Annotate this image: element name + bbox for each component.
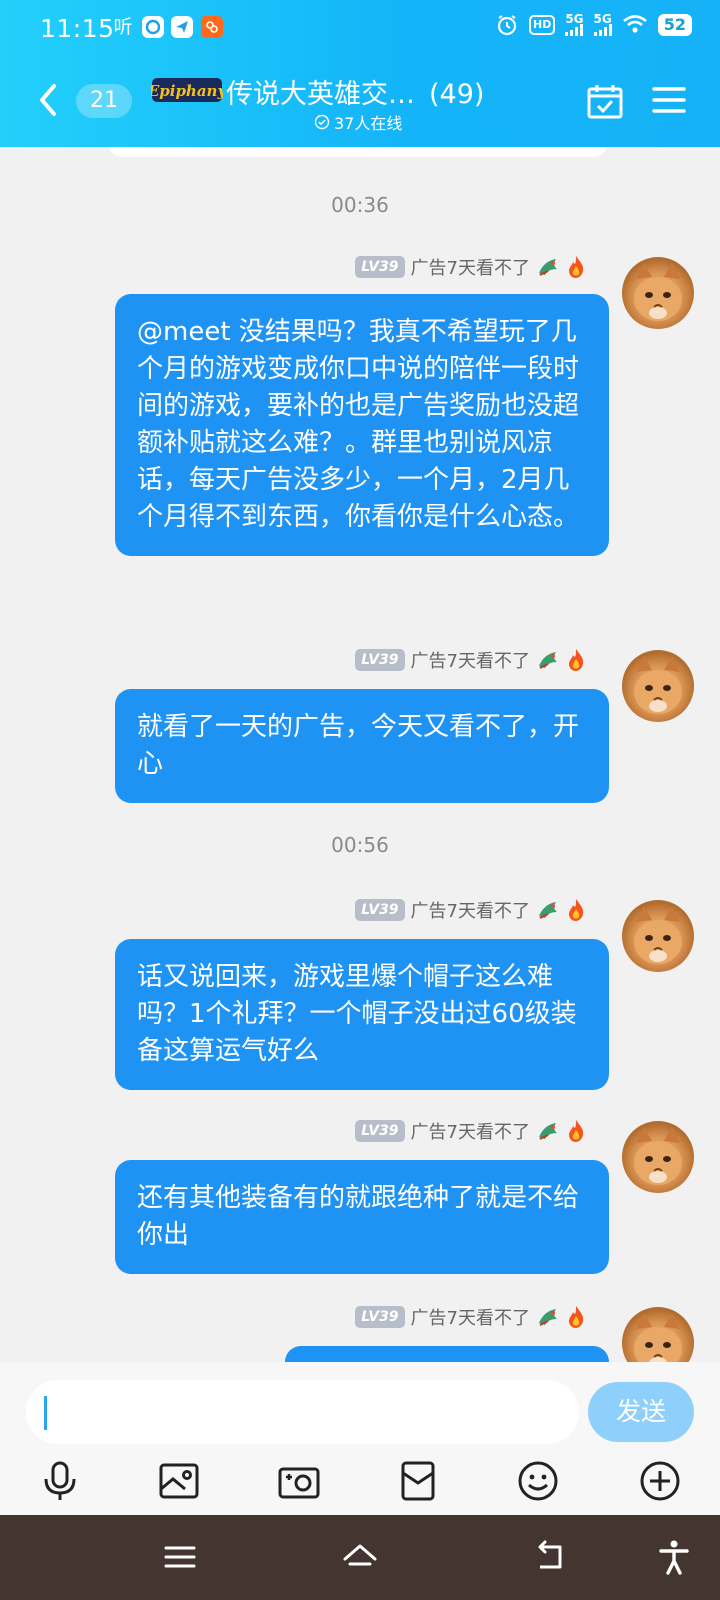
plus-icon[interactable] [638, 1459, 682, 1503]
battery-indicator: 52 [657, 14, 692, 36]
chat-nav-bar: 21 Epiphany 传说大英雄交… (49) 37人在线 [0, 58, 720, 147]
alarm-icon [497, 15, 517, 36]
message-input[interactable] [26, 1380, 579, 1444]
hd-badge: HD [528, 15, 556, 35]
camera-icon[interactable] [277, 1459, 321, 1503]
timestamp: 00:56 [331, 833, 389, 857]
avatar[interactable] [622, 900, 694, 972]
taobao-app-icon [201, 16, 223, 38]
fire-icon [569, 256, 584, 278]
fire-icon [569, 899, 584, 921]
online-status: 37人在线 [314, 110, 402, 134]
sender-meta: LV39 广告7天看不了 [355, 647, 586, 673]
accessibility-icon[interactable] [656, 1539, 692, 1575]
message-bubble[interactable]: 话又说回来，游戏里爆个帽子这么难吗？1个礼拜？一个帽子没出过60级装备这算运气好… [115, 939, 609, 1090]
browser-app-icon [142, 16, 164, 38]
svg-text:Epiphany: Epiphany [151, 82, 223, 100]
emoji-icon[interactable] [516, 1459, 560, 1503]
calendar-checkin-button[interactable] [586, 82, 624, 120]
dragon-medal-icon [539, 652, 557, 669]
input-bar: 发送 [0, 1362, 720, 1515]
message-bubble-partial[interactable] [285, 1346, 609, 1362]
timestamp: 00:36 [331, 193, 389, 217]
sender-meta: LV39 广告7天看不了 [355, 1118, 586, 1144]
level-badge: LV39 [355, 649, 405, 671]
send-button[interactable]: 发送 [588, 1382, 694, 1442]
red-packet-icon[interactable] [396, 1459, 440, 1503]
message-bubble[interactable]: 还有其他装备有的就跟绝种了就是不给你出 [115, 1160, 609, 1274]
signal-1-icon: 5G [565, 13, 584, 36]
sender-nickname[interactable]: 广告7天看不了 [411, 897, 530, 923]
dragon-medal-icon [539, 902, 557, 919]
dragon-medal-icon [539, 1123, 557, 1140]
sender-meta: LV39 广告7天看不了 [355, 1304, 586, 1330]
system-navigation-bar [0, 1515, 720, 1600]
previous-message-bubble [108, 147, 608, 157]
status-time: 11:15 [40, 14, 115, 43]
signal-2-icon: 5G [593, 13, 612, 36]
back-nav-icon[interactable] [532, 1539, 568, 1575]
sender-nickname[interactable]: 广告7天看不了 [411, 1118, 530, 1144]
fire-icon [569, 649, 584, 671]
image-icon[interactable] [157, 1459, 201, 1503]
member-count: (49) [429, 79, 485, 110]
avatar[interactable] [622, 1307, 694, 1362]
message-bubble[interactable]: @meet 没结果吗？我真不希望玩了几个月的游戏变成你口中说的陪伴一段时间的游戏… [115, 294, 609, 556]
text-caret [44, 1396, 47, 1430]
avatar[interactable] [622, 257, 694, 329]
sender-nickname[interactable]: 广告7天看不了 [411, 1304, 530, 1330]
dragon-medal-icon [539, 1309, 557, 1326]
unread-count-badge[interactable]: 21 [76, 84, 132, 118]
status-bar: 11:15 听 HD 5G 5G 52 [0, 0, 720, 58]
wifi-icon [622, 15, 647, 33]
home-icon[interactable] [342, 1539, 378, 1575]
header: 11:15 听 HD 5G 5G 52 21 Epiphany 传说大英雄交… … [0, 0, 720, 147]
avatar[interactable] [622, 1121, 694, 1193]
fire-icon [569, 1306, 584, 1328]
menu-button[interactable] [651, 83, 687, 117]
sender-nickname[interactable]: 广告7天看不了 [411, 647, 530, 673]
back-button[interactable] [30, 80, 64, 120]
check-circle-icon [314, 114, 330, 130]
message-bubble[interactable]: 就看了一天的广告，今天又看不了，开心 [115, 689, 609, 803]
level-badge: LV39 [355, 256, 405, 278]
group-name: 传说大英雄交… [226, 79, 415, 110]
recent-apps-icon[interactable] [162, 1539, 198, 1575]
level-badge: LV39 [355, 1306, 405, 1328]
online-count: 37人在线 [334, 114, 403, 133]
ting-app-icon: 听 [113, 15, 133, 38]
sender-meta: LV39 广告7天看不了 [355, 254, 586, 280]
send-app-icon [171, 16, 193, 38]
level-badge: LV39 [355, 1120, 405, 1142]
fire-icon [569, 1120, 584, 1142]
microphone-icon[interactable] [38, 1459, 82, 1503]
chat-message-list[interactable]: 00:36 LV39 广告7天看不了 @meet 没结果吗？我真不希望玩了几个月… [0, 147, 720, 1362]
status-icons: HD 5G 5G 52 [495, 13, 692, 37]
level-badge: LV39 [355, 899, 405, 921]
sender-nickname[interactable]: 广告7天看不了 [411, 254, 530, 280]
dragon-medal-icon [539, 259, 557, 276]
group-logo: Epiphany [151, 78, 223, 102]
sender-meta: LV39 广告7天看不了 [355, 897, 586, 923]
avatar[interactable] [622, 650, 694, 722]
group-title[interactable]: 传说大英雄交… (49) [226, 72, 484, 111]
